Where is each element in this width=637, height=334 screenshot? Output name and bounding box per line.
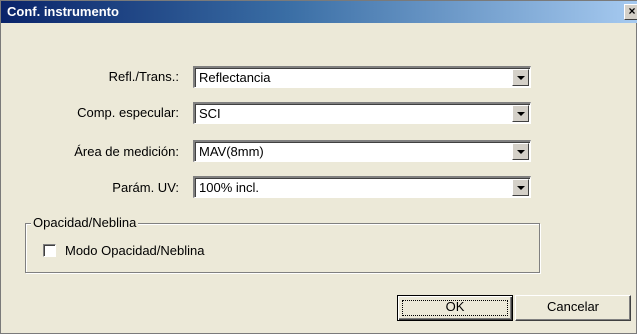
title-bar[interactable]: Conf. instrumento × — [1, 1, 637, 23]
refl-trans-dropdown-button[interactable] — [512, 69, 529, 86]
refl-trans-select[interactable]: Reflectancia — [193, 66, 531, 88]
area-medicion-value: MAV(8mm) — [199, 144, 264, 159]
refl-trans-value: Reflectancia — [199, 70, 271, 85]
refl-trans-label: Refl./Trans.: — [108, 69, 179, 84]
instrument-config-dialog: Conf. instrumento × Refl./Trans.: Reflec… — [0, 0, 637, 334]
comp-especular-label: Comp. especular: — [77, 105, 179, 120]
param-uv-value: 100% incl. — [199, 180, 259, 195]
area-medicion-select[interactable]: MAV(8mm) — [193, 140, 531, 162]
cancel-button[interactable]: Cancelar — [515, 295, 631, 321]
opacity-haze-mode-label[interactable]: Modo Opacidad/Neblina — [65, 243, 204, 259]
comp-especular-value: SCI — [199, 106, 221, 121]
comp-especular-select[interactable]: SCI — [193, 102, 531, 124]
area-medicion-label: Área de medición: — [74, 144, 179, 159]
close-icon: × — [628, 4, 636, 18]
opacity-haze-group-legend: Opacidad/Neblina — [31, 215, 139, 231]
area-medicion-dropdown-button[interactable] — [512, 143, 529, 160]
window-title: Conf. instrumento — [7, 4, 119, 19]
chevron-down-icon — [517, 76, 525, 80]
cancel-button-label: Cancelar — [546, 299, 600, 314]
param-uv-select[interactable]: 100% incl. — [193, 176, 531, 198]
param-uv-label: Parám. UV: — [112, 180, 179, 195]
ok-button-label: OK — [445, 299, 465, 314]
opacity-haze-mode-checkbox[interactable] — [43, 244, 56, 257]
ok-button[interactable]: OK — [397, 295, 513, 321]
chevron-down-icon — [517, 112, 525, 116]
close-button[interactable]: × — [624, 4, 637, 20]
chevron-down-icon — [517, 186, 525, 190]
comp-especular-dropdown-button[interactable] — [512, 105, 529, 122]
param-uv-dropdown-button[interactable] — [512, 179, 529, 196]
chevron-down-icon — [517, 150, 525, 154]
